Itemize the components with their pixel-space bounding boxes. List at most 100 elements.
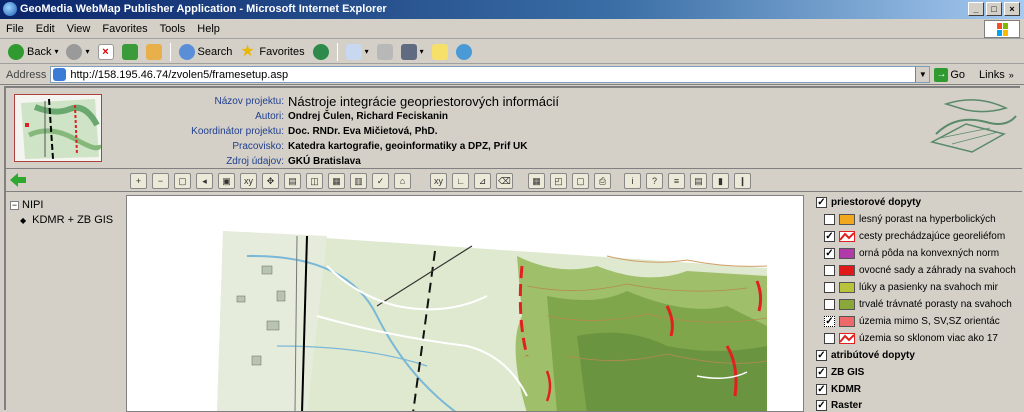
zoom-previous-icon[interactable]: ◂: [196, 173, 213, 189]
layers-icon[interactable]: ▥: [350, 173, 367, 189]
address-url: http://158.195.46.74/zvolen5/framesetup.…: [70, 68, 289, 81]
refresh-button[interactable]: [120, 42, 140, 62]
tree-root-label: NIPI: [22, 199, 44, 211]
tree-item[interactable]: ◆ KDMR + ZB GIS: [20, 214, 113, 226]
edit-button[interactable]: ▾: [399, 42, 426, 62]
zoom-out-icon[interactable]: −: [152, 173, 169, 189]
book-icon[interactable]: ▮: [712, 173, 729, 189]
measure-area-icon[interactable]: ⊿: [474, 173, 491, 189]
measure-angle-icon[interactable]: ∟: [452, 173, 469, 189]
legend-checkbox[interactable]: ✓: [816, 350, 827, 361]
home-button[interactable]: [144, 42, 164, 62]
legend-checkbox[interactable]: ✓: [816, 197, 827, 208]
history-button[interactable]: [311, 42, 331, 62]
forward-button[interactable]: ▾: [64, 42, 91, 62]
legend-checkbox[interactable]: ✓: [816, 367, 827, 378]
window-title: GeoMedia WebMap Publisher Application - …: [20, 3, 387, 15]
home-map-icon[interactable]: ⌂: [394, 173, 411, 189]
legend-checkbox[interactable]: ✓: [824, 248, 835, 259]
printer-icon: [376, 43, 393, 60]
select-icon[interactable]: ◫: [306, 173, 323, 189]
toolbar-separator: [169, 42, 171, 61]
document-icon[interactable]: ≡: [668, 173, 685, 189]
legend-checkbox[interactable]: ✓: [824, 316, 835, 327]
overview-icon[interactable]: ◰: [550, 173, 567, 189]
info-icon[interactable]: i: [624, 173, 641, 189]
pan-icon[interactable]: ✥: [262, 173, 279, 189]
print-button[interactable]: [375, 42, 395, 62]
overview-map-thumbnail[interactable]: [14, 94, 102, 162]
legend-group-kdmr[interactable]: ✓ KDMR: [816, 384, 861, 395]
print-map-icon[interactable]: ⎙: [594, 173, 611, 189]
legend-group-raster[interactable]: ✓ Raster: [816, 400, 862, 411]
collapse-icon[interactable]: −: [10, 200, 19, 210]
data-source-label: Zdroj údajov:: [226, 156, 284, 167]
maximize-button[interactable]: □: [986, 2, 1002, 16]
legend-item[interactable]: ✓ územia mimo S, SV,SZ orientác: [824, 316, 1000, 327]
report-icon[interactable]: ▤: [690, 173, 707, 189]
legend-group-attribute-queries[interactable]: ✓ atribútové dopyty: [816, 350, 915, 361]
map-view[interactable]: [126, 195, 804, 412]
bullet-icon: ◆: [20, 215, 27, 225]
search-button[interactable]: Search: [177, 42, 235, 62]
messenger-button[interactable]: [454, 42, 474, 62]
legend-checkbox[interactable]: ✓: [824, 231, 835, 242]
menu-view[interactable]: View: [67, 23, 91, 35]
legend-checkbox[interactable]: [824, 265, 835, 276]
links-button[interactable]: Links: [979, 69, 1005, 81]
help-icon[interactable]: ?: [646, 173, 663, 189]
tree-root[interactable]: − NIPI: [10, 199, 43, 211]
legend-item[interactable]: trvalé trávnaté porasty na svahoch: [824, 299, 1012, 310]
legend-group-zb-gis[interactable]: ✓ ZB GIS: [816, 367, 864, 378]
toolbar-separator: [336, 42, 338, 61]
query-icon[interactable]: ▦: [328, 173, 345, 189]
legend-checkbox[interactable]: [824, 282, 835, 293]
data-source-value: GKÚ Bratislava: [288, 156, 361, 167]
links-chevron-icon[interactable]: »: [1009, 70, 1014, 80]
clear-measure-icon[interactable]: ⌫: [496, 173, 513, 189]
back-arrow-icon[interactable]: [10, 173, 26, 187]
scale-icon[interactable]: xy: [240, 173, 257, 189]
grid-icon[interactable]: ▦: [528, 173, 545, 189]
check-icon[interactable]: ✓: [372, 173, 389, 189]
go-button[interactable]: → Go: [934, 67, 965, 82]
menu-favorites[interactable]: Favorites: [102, 23, 147, 35]
stop-button[interactable]: ×: [96, 42, 116, 62]
measure-distance-icon[interactable]: xy: [430, 173, 447, 189]
zoom-extent-icon[interactable]: ▣: [218, 173, 235, 189]
address-dropdown-icon[interactable]: ▼: [915, 67, 930, 82]
back-button[interactable]: Back ▾: [6, 42, 60, 62]
legend-tool-icon[interactable]: ▤: [284, 173, 301, 189]
mail-button[interactable]: ▾: [344, 42, 371, 62]
bookmark-icon[interactable]: ❙: [734, 173, 751, 189]
close-button[interactable]: ×: [1004, 2, 1020, 16]
legend-checkbox[interactable]: [824, 333, 835, 344]
legend-checkbox[interactable]: [824, 299, 835, 310]
minimize-button[interactable]: _: [968, 2, 984, 16]
frame-icon[interactable]: ▢: [572, 173, 589, 189]
legend-item[interactable]: ✓ orná pôda na konvexných norm: [824, 248, 999, 259]
legend-item[interactable]: ovocné sady a záhrady na svahoch: [824, 265, 1016, 276]
legend-checkbox[interactable]: ✓: [816, 400, 827, 411]
legend-swatch: [839, 282, 855, 293]
legend-item[interactable]: lesný porast na hyperbolických: [824, 214, 996, 225]
zoom-in-icon[interactable]: +: [130, 173, 147, 189]
menu-edit[interactable]: Edit: [36, 23, 55, 35]
legend-group-spatial-queries[interactable]: ✓ priestorové dopyty: [816, 197, 921, 208]
menu-help[interactable]: Help: [197, 23, 220, 35]
menu-file[interactable]: File: [6, 23, 24, 35]
favorites-button[interactable]: ★ Favorites: [238, 42, 306, 62]
legend-checkbox[interactable]: [824, 214, 835, 225]
workplace-value: Katedra kartografie, geoinformatiky a DP…: [288, 141, 528, 152]
legend-item[interactable]: územia so sklonom viac ako 17: [824, 333, 998, 344]
legend-checkbox[interactable]: ✓: [816, 384, 827, 395]
map-image[interactable]: [127, 196, 804, 412]
discuss-button[interactable]: [430, 42, 450, 62]
legend-item[interactable]: lúky a pasienky na svahoch mir: [824, 282, 998, 293]
menu-tools[interactable]: Tools: [160, 23, 186, 35]
legend-item[interactable]: ✓ cesty prechádzajúce georeliéfom: [824, 231, 1005, 242]
zoom-window-icon[interactable]: ▢: [174, 173, 191, 189]
home-icon: [145, 43, 162, 60]
browser-toolbar: Back ▾ ▾ × Search ★ Favorites ▾ ▾: [0, 40, 1024, 64]
address-input[interactable]: http://158.195.46.74/zvolen5/framesetup.…: [50, 66, 931, 83]
